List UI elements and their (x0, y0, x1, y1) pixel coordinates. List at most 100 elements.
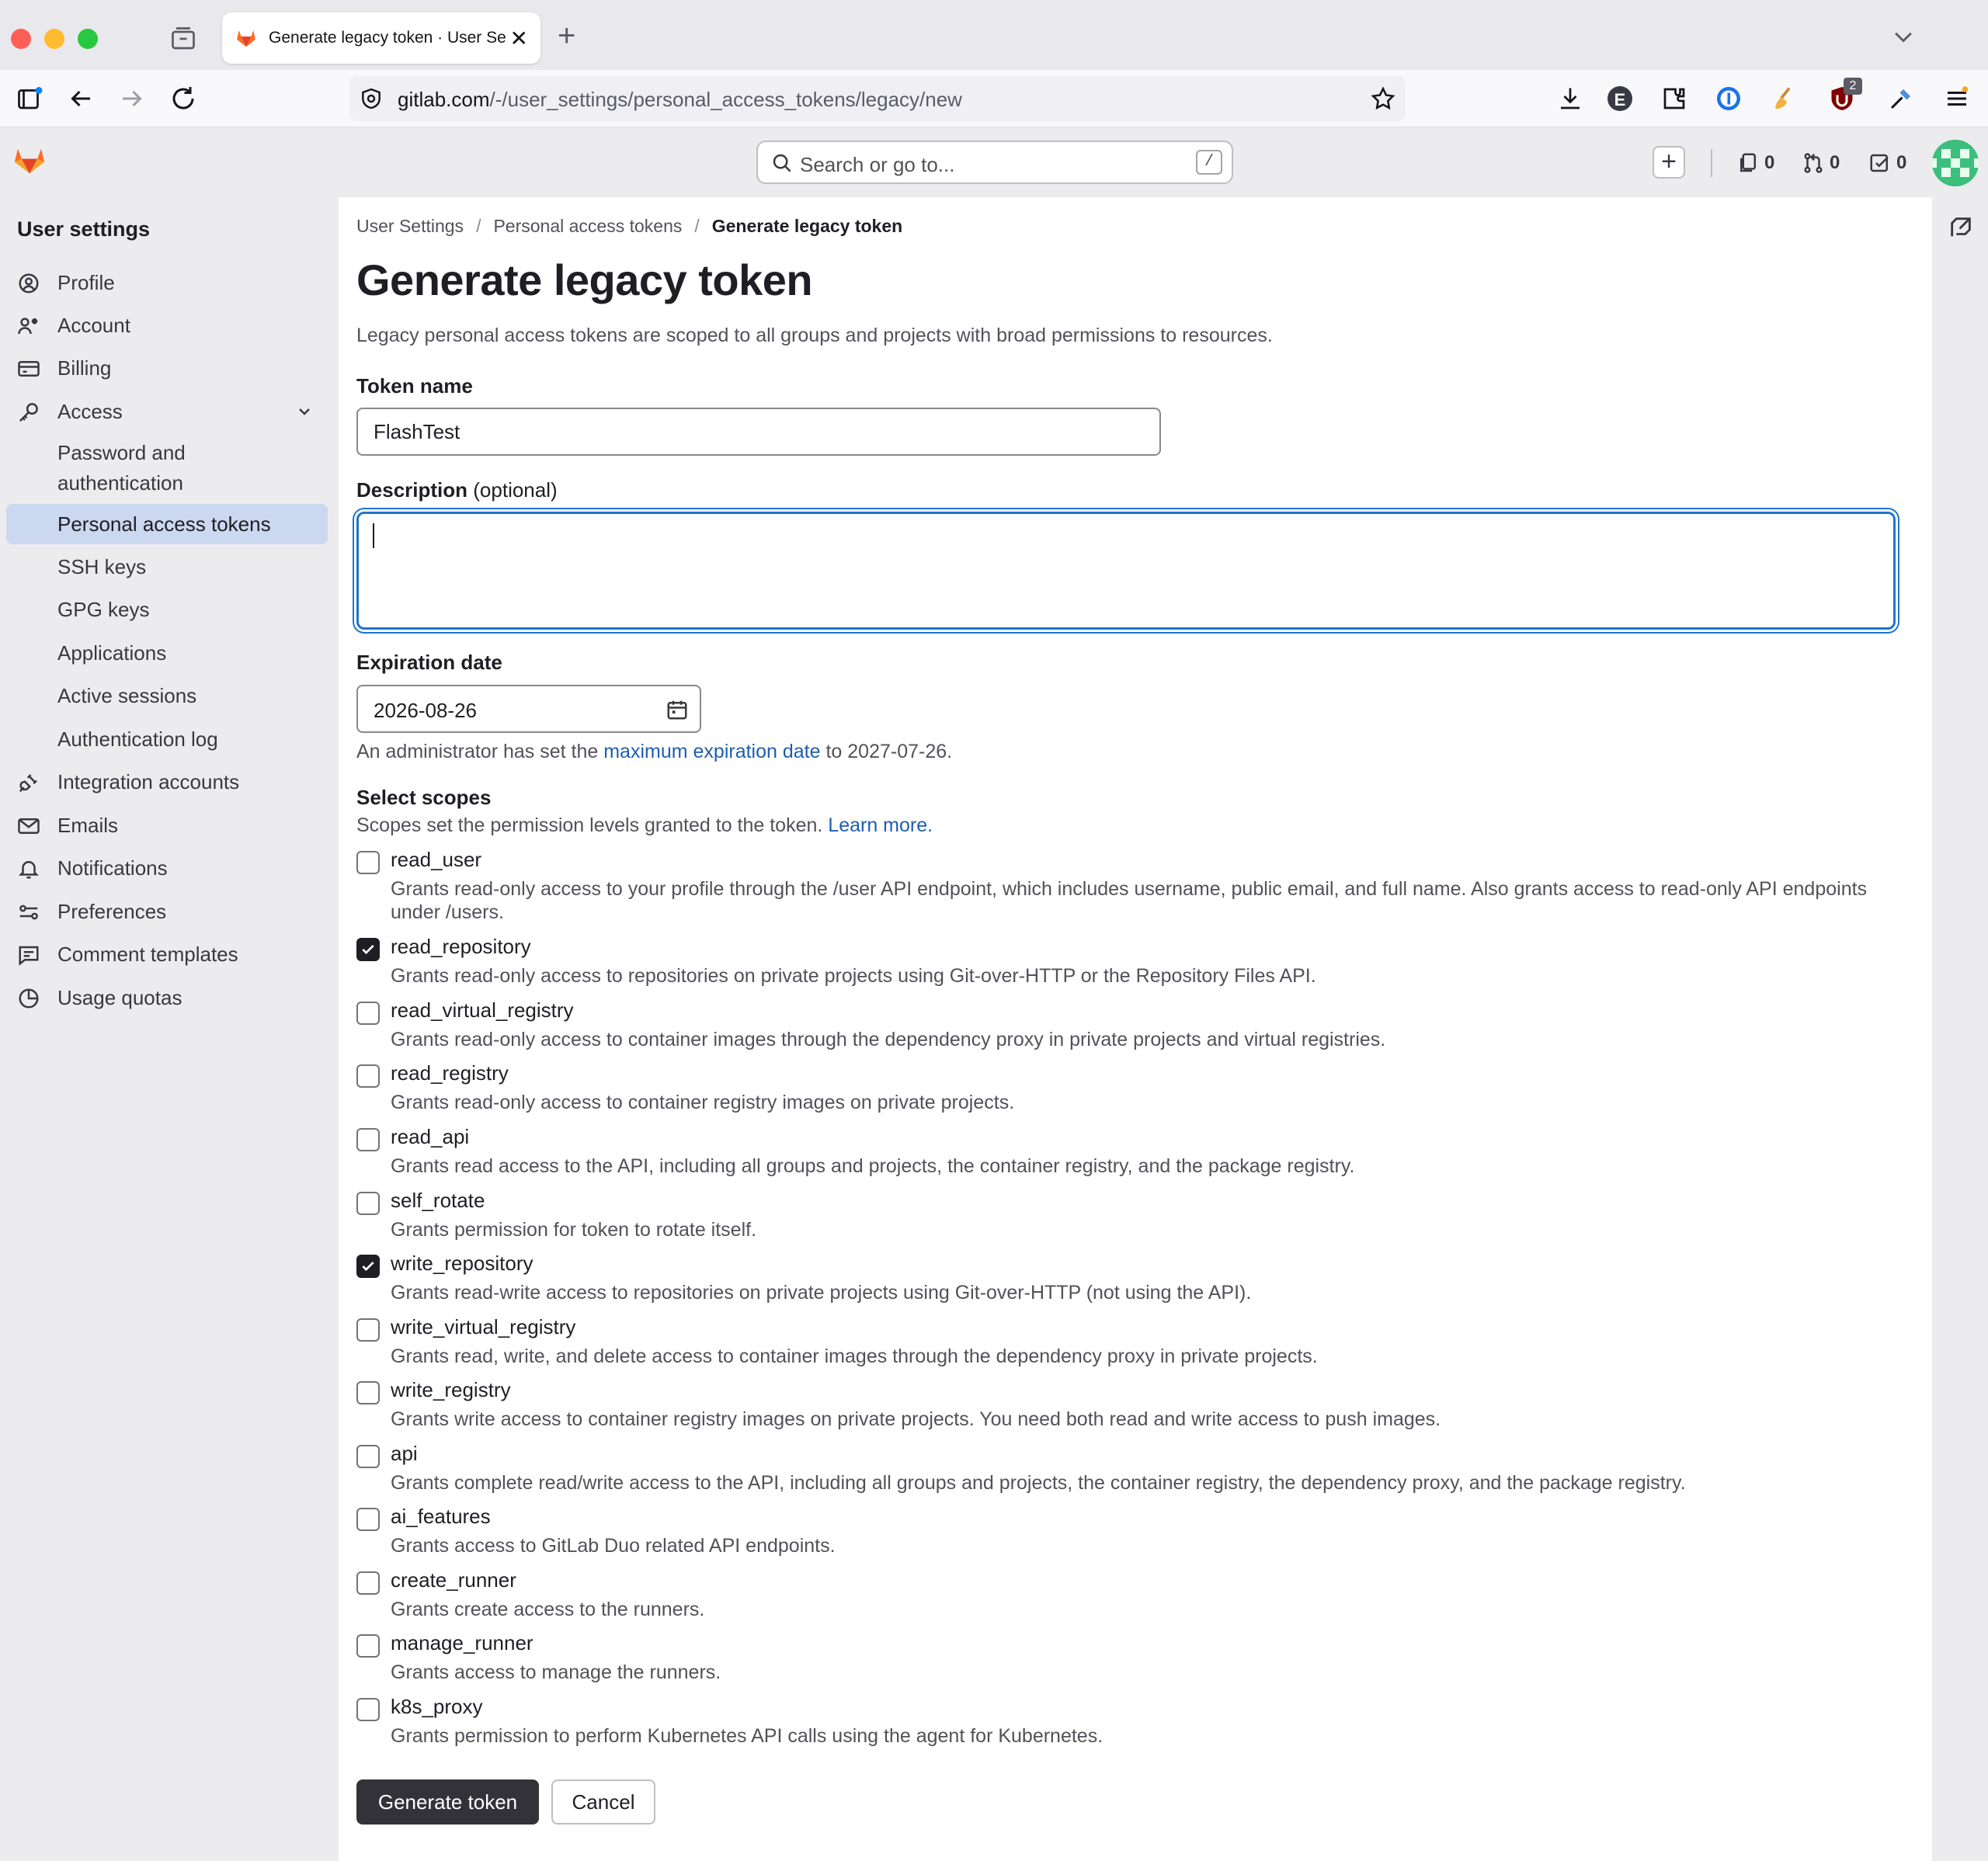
maximum-expiration-date-link[interactable]: maximum expiration date (603, 741, 820, 762)
reload-icon[interactable] (169, 85, 197, 113)
window-minimize-button[interactable] (44, 29, 64, 49)
issues-counter[interactable]: 0 (1736, 149, 1774, 177)
scope-name[interactable]: read_repository (391, 935, 531, 959)
expiration-date-input[interactable]: 2026-08-26 (356, 685, 701, 733)
sidebar-item-password-and-authentication[interactable]: Password and authentication (6, 433, 328, 505)
chevron-down-icon[interactable] (1890, 23, 1917, 50)
password-manager-icon[interactable] (1715, 85, 1743, 113)
extension-e-icon[interactable]: E (1607, 86, 1632, 111)
page-title: Generate legacy token (356, 255, 813, 304)
cancel-button[interactable]: Cancel (551, 1779, 655, 1825)
learn-more-link[interactable]: Learn more. (828, 814, 933, 836)
scope-name[interactable]: read_api (391, 1125, 469, 1149)
sidebar-item-notifications[interactable]: Notifications (6, 848, 328, 888)
scope-checkbox[interactable] (356, 1698, 380, 1721)
todos-counter[interactable]: 0 (1868, 149, 1906, 177)
scope-checkbox[interactable] (356, 1508, 380, 1531)
scope-description: Grants permission to perform Kubernetes … (391, 1725, 1103, 1747)
scope-name[interactable]: api (391, 1442, 418, 1466)
sidebar-item-emails[interactable]: Emails (6, 805, 328, 845)
extensions-puzzle-icon[interactable] (1660, 85, 1688, 113)
app-menu-icon[interactable] (1943, 85, 1971, 113)
scope-name[interactable]: ai_features (391, 1505, 491, 1529)
address-bar[interactable]: gitlab.com/-/user_settings/personal_acce… (349, 76, 1406, 121)
eyedropper-icon[interactable] (1887, 85, 1915, 113)
scope-checkbox[interactable] (356, 1002, 380, 1025)
expiration-help-text: An administrator has set the maximum exp… (356, 741, 953, 762)
sidebar-item-label: Billing (57, 356, 112, 380)
new-tab-icon[interactable]: + (558, 20, 575, 51)
merge-requests-counter[interactable]: 0 (1802, 149, 1840, 177)
sidebar-item-comment-templates[interactable]: Comment templates (6, 934, 328, 974)
scope-checkbox[interactable] (356, 1571, 380, 1595)
scope-name[interactable]: write_repository (391, 1252, 533, 1276)
panel-toggle-icon[interactable] (1948, 214, 1974, 241)
scope-checkbox[interactable] (356, 1445, 380, 1468)
scope-checkbox[interactable] (356, 1318, 380, 1342)
expiration-date-label: Expiration date (356, 651, 502, 674)
search-input[interactable]: Search or go to... / (756, 141, 1233, 184)
sidebar-item-ssh-keys[interactable]: SSH keys (6, 547, 328, 587)
scope-checkbox[interactable] (356, 1634, 380, 1658)
sidebar-item-integration-accounts[interactable]: Integration accounts (6, 762, 328, 802)
back-arrow-icon[interactable] (67, 85, 95, 113)
scope-name[interactable]: k8s_proxy (391, 1695, 483, 1719)
sidebar-item-personal-access-tokens[interactable]: Personal access tokens (6, 504, 328, 544)
scope-checkbox[interactable] (356, 1192, 380, 1215)
breadcrumb-separator: / (476, 216, 481, 236)
scope-name[interactable]: write_registry (391, 1378, 511, 1402)
scope-name[interactable]: write_virtual_registry (391, 1315, 575, 1339)
token-name-input[interactable] (356, 408, 1161, 456)
scope-name[interactable]: read_registry (391, 1061, 509, 1085)
sidebar-item-preferences[interactable]: Preferences (6, 891, 328, 932)
window-zoom-button[interactable] (78, 29, 98, 49)
bookmark-star-icon[interactable] (1370, 85, 1396, 112)
browser-tab-active[interactable]: Generate legacy token · User Se ✕ (222, 12, 540, 64)
tab-overview-icon[interactable] (169, 25, 197, 53)
text-caret (373, 523, 374, 548)
sidebar-item-billing[interactable]: Billing (6, 348, 328, 388)
sidebar-item-account[interactable]: Account (6, 305, 328, 345)
sidebar-item-access[interactable]: Access (6, 391, 328, 432)
shield-icon[interactable] (359, 86, 384, 111)
sidebar-item-active-sessions[interactable]: Active sessions (6, 675, 328, 716)
scope-checkbox[interactable] (356, 1381, 380, 1404)
download-icon[interactable] (1556, 85, 1584, 113)
issues-icon (1740, 153, 1756, 172)
merge-request-icon (1804, 153, 1823, 173)
sidebar-item-profile[interactable]: Profile (6, 262, 328, 303)
sidebar-item-label: GPG keys (57, 597, 150, 621)
forward-arrow-icon[interactable] (118, 85, 146, 113)
breadcrumb-personal-access-tokens[interactable]: Personal access tokens (493, 216, 682, 237)
gitlab-logo-icon[interactable] (11, 141, 48, 177)
generate-token-button[interactable]: Generate token (356, 1779, 539, 1825)
scope-checkbox[interactable] (356, 851, 380, 874)
sidebar-toggle-icon[interactable] (16, 85, 43, 113)
sidebar-item-gpg-keys[interactable]: GPG keys (6, 589, 328, 630)
scope-name[interactable]: read_virtual_registry (391, 998, 574, 1023)
scope-name[interactable]: create_runner (391, 1568, 516, 1592)
sidebar-item-authentication-log[interactable]: Authentication log (6, 719, 328, 759)
user-avatar[interactable] (1932, 140, 1979, 186)
scope-name[interactable]: manage_runner (391, 1631, 533, 1655)
scope-description: Grants read, write, and delete access to… (391, 1345, 1318, 1367)
create-new-button[interactable]: + (1653, 146, 1685, 179)
description-textarea[interactable] (356, 512, 1896, 630)
right-rail (1932, 197, 1988, 1861)
tab-close-icon[interactable]: ✕ (510, 26, 528, 51)
calendar-icon[interactable] (666, 698, 689, 721)
breadcrumb-user-settings[interactable]: User Settings (356, 216, 464, 237)
scope-checkbox[interactable] (356, 1064, 380, 1088)
sidebar-item-applications[interactable]: Applications (6, 633, 328, 673)
scope-checkbox[interactable] (356, 938, 380, 961)
scope-checkbox[interactable] (356, 1128, 380, 1151)
window-close-button[interactable] (11, 29, 31, 49)
sidebar-item-usage-quotas[interactable]: Usage quotas (6, 977, 328, 1018)
sidebar-item-label: Integration accounts (57, 769, 240, 793)
scope-name[interactable]: self_rotate (391, 1189, 485, 1213)
scope-checkbox[interactable] (356, 1255, 380, 1278)
broom-extension-icon[interactable] (1771, 85, 1799, 113)
sidebar-item-label: SSH keys (57, 554, 147, 578)
scope-name[interactable]: read_user (391, 848, 481, 872)
sidebar-item-label: Account (57, 313, 130, 337)
